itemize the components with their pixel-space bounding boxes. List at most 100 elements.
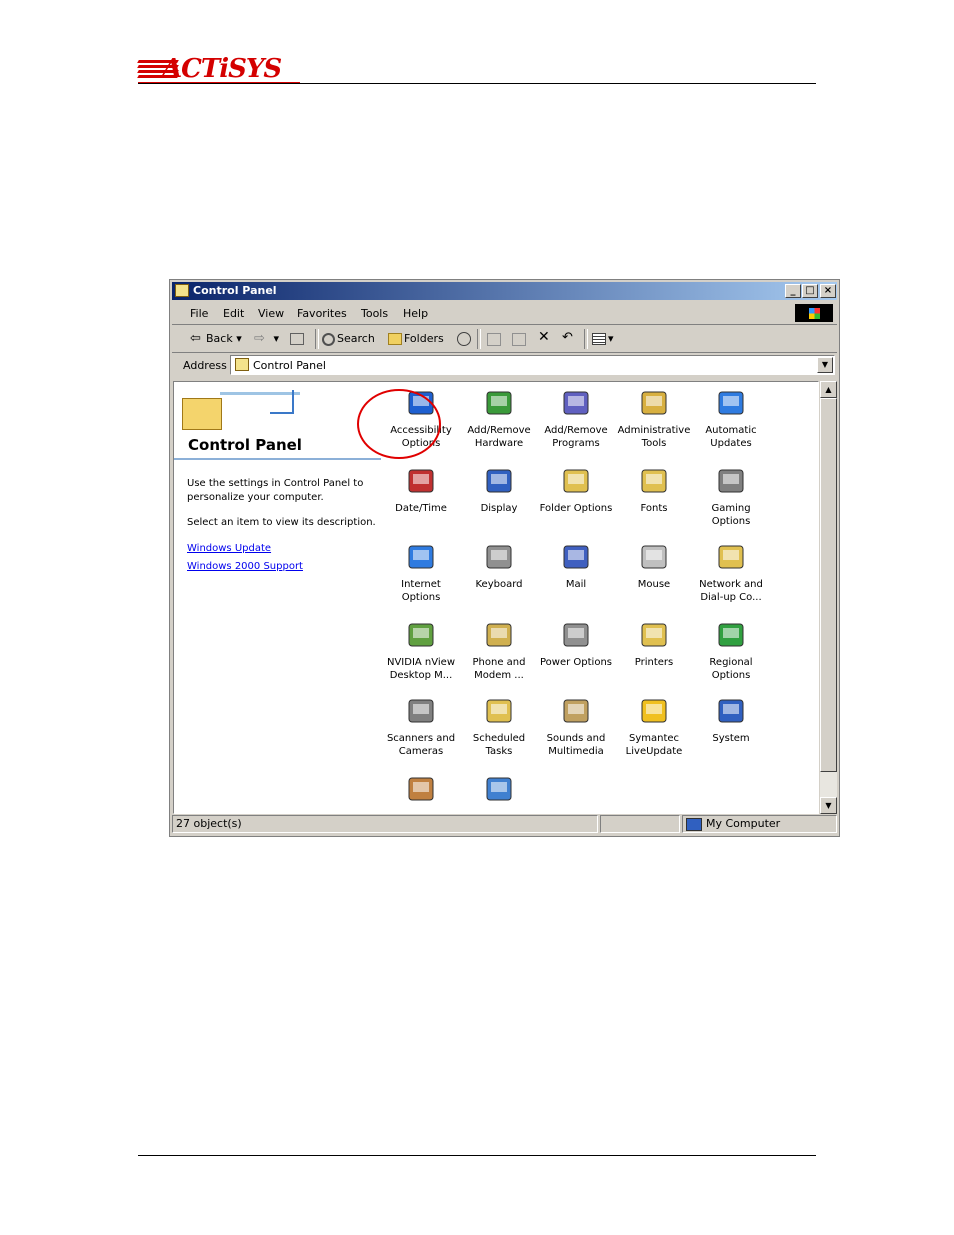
item-label: Phone and	[472, 657, 526, 668]
toolbar-separator	[584, 329, 588, 349]
control-panel-item[interactable]: Add/Remove Hardware	[460, 386, 538, 450]
control-panel-item[interactable]: Folder Options	[537, 464, 615, 515]
item-label: Scanners and	[386, 733, 456, 744]
control-panel-item[interactable]: Power Options	[537, 618, 615, 669]
address-dropdown-button[interactable]: ▼	[817, 357, 833, 373]
item-label: Updates	[710, 438, 752, 449]
item-label: Mouse	[637, 579, 671, 590]
item-label: Options	[401, 592, 441, 603]
header-rule	[138, 83, 816, 84]
control-panel-item[interactable]: Accessibility Options	[382, 386, 460, 450]
control-panel-item[interactable]: System	[692, 694, 770, 745]
control-panel-item[interactable]: Gaming Options	[692, 464, 770, 528]
search-icon	[322, 332, 335, 346]
scroll-down-button[interactable]: ▼	[820, 797, 837, 814]
item-label: Administrative	[617, 425, 691, 436]
internet-icon	[404, 540, 438, 574]
vertical-scrollbar[interactable]: ▲ ▼	[820, 381, 837, 814]
control-panel-item[interactable]: Mouse	[615, 540, 693, 591]
close-button[interactable]: ×	[820, 284, 836, 298]
menu-help[interactable]: Help	[403, 307, 428, 320]
control-panel-item[interactable]: Scanners and Cameras	[382, 694, 460, 758]
item-label: Multimedia	[548, 746, 604, 757]
item-label: Tasks	[485, 746, 513, 757]
scroll-thumb[interactable]	[820, 398, 837, 772]
item-label: Add/Remove	[467, 425, 531, 436]
control-panel-item[interactable]: Network and Dial-up Co...	[692, 540, 770, 604]
control-panel-item[interactable]: Display	[460, 464, 538, 515]
folders-button[interactable]: Folders	[388, 332, 444, 345]
up-folder-icon	[290, 333, 304, 345]
forward-arrow-icon: ⇨	[254, 331, 265, 346]
control-panel-folder-icon	[182, 398, 222, 430]
icon-grid: Accessibility Options Add/Remove Hardware Ad…	[382, 382, 802, 813]
copy-to-button[interactable]	[512, 332, 528, 346]
move-to-icon	[487, 332, 501, 346]
search-button[interactable]: Search	[322, 332, 375, 346]
up-button[interactable]	[290, 332, 306, 345]
control-panel-item[interactable]: Printers	[615, 618, 693, 669]
back-button[interactable]: ⇦ Back ▾	[190, 332, 242, 346]
views-button[interactable]: ▾	[592, 332, 614, 345]
power-icon	[559, 618, 593, 652]
control-panel-item[interactable]: Sounds and Multimedia	[537, 694, 615, 758]
delete-button[interactable]: ✕	[538, 329, 550, 345]
menu-tools[interactable]: Tools	[361, 307, 388, 320]
web-view-pane: Control Panel Use the settings in Contro…	[174, 382, 384, 813]
history-button[interactable]	[457, 332, 473, 346]
address-label: Address	[183, 359, 227, 372]
control-panel-item[interactable]: Symantec LiveUpdate	[615, 694, 693, 758]
address-field[interactable]: Control Panel ▼	[230, 355, 835, 375]
control-panel-item[interactable]: Automatic Updates	[692, 386, 770, 450]
control-panel-item[interactable]: Regional Options	[692, 618, 770, 682]
status-empty-cell	[600, 815, 680, 833]
system-icon	[714, 694, 748, 728]
item-label: Display	[480, 503, 518, 514]
banner-bracket	[270, 390, 294, 414]
undo-icon: ↶	[562, 330, 573, 345]
control-panel-item[interactable]: Add/Remove Programs	[537, 386, 615, 450]
control-panel-item[interactable]: Fonts	[615, 464, 693, 515]
control-panel-item[interactable]: Mail	[537, 540, 615, 591]
control-panel-item[interactable]: Date/Time	[382, 464, 460, 515]
menu-favorites[interactable]: Favorites	[297, 307, 347, 320]
item-label: Power Options	[540, 657, 612, 668]
users-icon	[404, 772, 438, 806]
printers-icon	[637, 618, 671, 652]
control-panel-item[interactable]	[382, 772, 460, 810]
address-value: Control Panel	[253, 359, 326, 372]
keyboard-icon	[482, 540, 516, 574]
maximize-button[interactable]: □	[802, 284, 818, 298]
item-label: Accessibility	[390, 425, 452, 436]
control-panel-item[interactable]: NVIDIA nView Desktop M...	[382, 618, 460, 682]
scanner-icon	[404, 694, 438, 728]
menu-view[interactable]: View	[258, 307, 284, 320]
windows-2000-support-link[interactable]: Windows 2000 Support	[187, 561, 303, 572]
zone-cell: My Computer	[682, 815, 837, 833]
object-count: 27 object(s)	[172, 815, 598, 833]
windows-update-link[interactable]: Windows Update	[187, 543, 271, 554]
item-label: Keyboard	[475, 579, 523, 590]
folder-options-icon	[559, 464, 593, 498]
move-to-button[interactable]	[487, 332, 503, 346]
forward-button[interactable]: ⇨ ▾	[254, 332, 279, 346]
minimize-button[interactable]: _	[785, 284, 801, 298]
item-label: Mail	[565, 579, 587, 590]
programs-icon	[559, 386, 593, 420]
menu-file[interactable]: File	[190, 307, 208, 320]
title-bar[interactable]: Control Panel _ □ ×	[172, 282, 837, 300]
folders-label: Folders	[404, 332, 444, 345]
menu-edit[interactable]: Edit	[223, 307, 244, 320]
scroll-up-button[interactable]: ▲	[820, 381, 837, 398]
control-panel-item[interactable]: Scheduled Tasks	[460, 694, 538, 758]
control-panel-item[interactable]: Administrative Tools	[615, 386, 693, 450]
toolbar-separator	[477, 329, 481, 349]
control-panel-item[interactable]: Phone and Modem ...	[460, 618, 538, 682]
item-label: Symantec	[628, 733, 680, 744]
control-panel-item[interactable]: Internet Options	[382, 540, 460, 604]
control-panel-item[interactable]	[460, 772, 538, 810]
control-panel-item[interactable]: Keyboard	[460, 540, 538, 591]
item-label: Desktop M...	[389, 670, 453, 681]
pane-divider	[174, 458, 381, 460]
undo-button[interactable]: ↶	[562, 330, 573, 345]
